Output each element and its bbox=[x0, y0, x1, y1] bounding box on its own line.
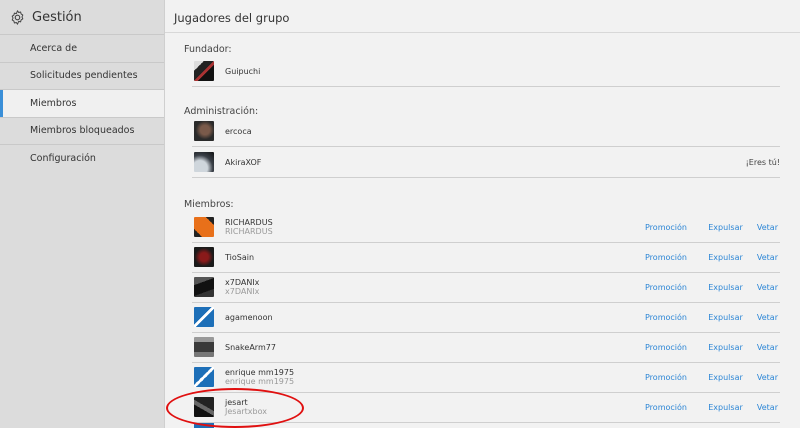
promote-button[interactable]: Promoción bbox=[645, 373, 699, 382]
avatar[interactable] bbox=[194, 367, 214, 387]
sidebar-item-label: Configuración bbox=[30, 152, 96, 164]
member-row: SnakeArm77 Promoción Expulsar Vetar bbox=[192, 332, 780, 363]
members-panel: Jugadores del grupo Fundador: Guipuchi A… bbox=[165, 0, 800, 428]
sidebar-item-label: Miembros bbox=[30, 97, 77, 109]
ban-button[interactable]: Vetar bbox=[752, 223, 778, 232]
sidebar-item-about[interactable]: Acerca de bbox=[0, 34, 164, 63]
promote-button[interactable]: Promoción bbox=[645, 313, 699, 322]
player-row: AkiraXOF ¡Eres tú! bbox=[192, 147, 780, 178]
promote-button[interactable]: Promoción bbox=[645, 403, 699, 412]
player-name[interactable]: x7DANIx bbox=[225, 278, 259, 287]
avatar[interactable] bbox=[194, 337, 214, 357]
player-name[interactable]: jesart bbox=[225, 398, 267, 407]
expel-button[interactable]: Expulsar bbox=[699, 253, 752, 262]
member-row: TioSain Promoción Expulsar Vetar bbox=[192, 242, 780, 273]
expel-button[interactable]: Expulsar bbox=[699, 223, 752, 232]
avatar[interactable] bbox=[194, 152, 214, 172]
gear-icon bbox=[11, 9, 24, 25]
player-gamertag: RICHARDUS bbox=[225, 227, 273, 236]
avatar[interactable] bbox=[194, 277, 214, 297]
ban-button[interactable]: Vetar bbox=[752, 253, 778, 262]
sidebar-item-label: Acerca de bbox=[30, 42, 78, 54]
player-name[interactable]: TioSain bbox=[225, 253, 254, 262]
promote-button[interactable]: Promoción bbox=[645, 253, 699, 262]
sidebar-item-pending-requests[interactable]: Solicitudes pendientes bbox=[0, 63, 164, 90]
sidebar-item-members[interactable]: Miembros bbox=[0, 90, 164, 118]
sidebar-title: Gestión bbox=[32, 9, 82, 25]
page-title: Jugadores del grupo bbox=[174, 11, 290, 25]
member-row: agamenoon Promoción Expulsar Vetar bbox=[192, 302, 780, 333]
member-row: RICHARDUS RICHARDUS Promoción Expulsar V… bbox=[192, 212, 780, 243]
ban-button[interactable]: Vetar bbox=[752, 343, 778, 352]
expel-button[interactable]: Expulsar bbox=[699, 283, 752, 292]
expel-button[interactable]: Expulsar bbox=[699, 373, 752, 382]
section-label-members: Miembros: bbox=[184, 199, 234, 210]
promote-button[interactable]: Promoción bbox=[645, 283, 699, 292]
sidebar-item-blocked-members[interactable]: Miembros bloqueados bbox=[0, 118, 164, 145]
member-row: enrique mm1975 enrique mm1975 Promoción … bbox=[192, 362, 780, 393]
avatar[interactable] bbox=[194, 423, 214, 428]
player-row: ercoca bbox=[192, 116, 780, 147]
avatar[interactable] bbox=[194, 217, 214, 237]
sidebar-item-settings[interactable]: Configuración bbox=[0, 145, 164, 172]
avatar[interactable] bbox=[194, 247, 214, 267]
expel-button[interactable]: Expulsar bbox=[699, 343, 752, 352]
player-name[interactable]: AkiraXOF bbox=[225, 158, 261, 167]
expel-button[interactable]: Expulsar bbox=[699, 313, 752, 322]
expel-button[interactable]: Expulsar bbox=[699, 403, 752, 412]
player-gamertag: x7DANIx bbox=[225, 287, 260, 296]
player-name[interactable]: agamenoon bbox=[225, 313, 273, 322]
avatar[interactable] bbox=[194, 61, 214, 81]
player-gamertag: enrique mm1975 bbox=[225, 377, 295, 386]
section-label-founder: Fundador: bbox=[184, 44, 232, 55]
ban-button[interactable]: Vetar bbox=[752, 373, 778, 382]
divider bbox=[165, 32, 800, 33]
sidebar-item-label: Solicitudes pendientes bbox=[30, 70, 138, 82]
player-name[interactable]: ercoca bbox=[225, 127, 252, 136]
member-row: jesart Jesartxbox Promoción Expulsar Vet… bbox=[192, 392, 780, 423]
promote-button[interactable]: Promoción bbox=[645, 223, 699, 232]
player-gamertag: Jesartxbox bbox=[225, 407, 267, 416]
management-sidebar: Gestión Acerca de Solicitudes pendientes… bbox=[0, 0, 165, 428]
promote-button[interactable]: Promoción bbox=[645, 343, 699, 352]
player-row: Guipuchi bbox=[192, 56, 780, 87]
you-indicator: ¡Eres tú! bbox=[745, 157, 780, 167]
ban-button[interactable]: Vetar bbox=[752, 313, 778, 322]
ban-button[interactable]: Vetar bbox=[752, 403, 778, 412]
avatar[interactable] bbox=[194, 121, 214, 141]
avatar[interactable] bbox=[194, 307, 214, 327]
player-name[interactable]: enrique mm1975 bbox=[225, 368, 294, 377]
ban-button[interactable]: Vetar bbox=[752, 283, 778, 292]
player-name[interactable]: Guipuchi bbox=[225, 67, 260, 76]
member-row: x7DANIx x7DANIx Promoción Expulsar Vetar bbox=[192, 272, 780, 303]
avatar[interactable] bbox=[194, 397, 214, 417]
sidebar-item-label: Miembros bloqueados bbox=[30, 125, 135, 137]
player-name[interactable]: RICHARDUS bbox=[225, 218, 273, 227]
sidebar-header: Gestión bbox=[0, 0, 164, 34]
player-name[interactable]: SnakeArm77 bbox=[225, 343, 276, 352]
